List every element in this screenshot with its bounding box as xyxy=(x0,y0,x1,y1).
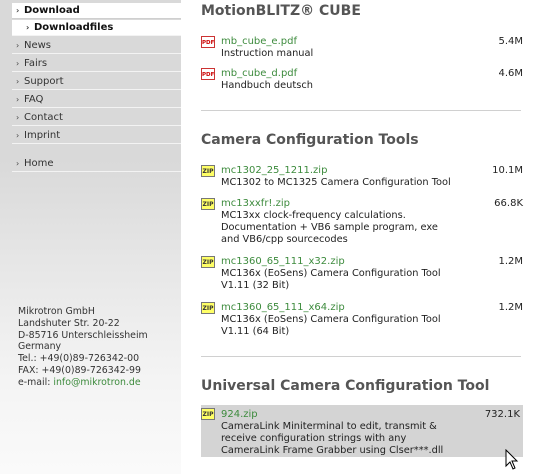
mouse-cursor-icon xyxy=(505,449,519,470)
nav-label: Home xyxy=(24,158,54,169)
email-label: e-mail: xyxy=(18,376,54,388)
nav-label: Download xyxy=(24,5,80,16)
file-link[interactable]: 924.zip xyxy=(221,408,258,421)
section-title-universal-config: Universal Camera Configuration Tool xyxy=(201,378,490,394)
file-entry: ZIP mc1360_65_111_x32.zip 1.2M MC136x (E… xyxy=(201,255,523,295)
file-size: 66.8K xyxy=(494,198,523,209)
address-fax: FAX: +49(0)89-726342-99 xyxy=(18,364,141,376)
file-link[interactable]: mc13xxfr!.zip xyxy=(221,197,290,210)
nav-fairs[interactable]: › Fairs xyxy=(12,56,181,72)
nav-faq[interactable]: › FAQ xyxy=(12,92,181,108)
file-description: Handbuch deutsch xyxy=(221,80,313,91)
chevron-right-icon: › xyxy=(16,41,20,50)
nav-contact[interactable]: › Contact xyxy=(12,110,181,126)
file-description: MC13xx clock-frequency calculations. Doc… xyxy=(221,210,438,245)
file-entry: ZIP mc1360_65_111_x64.zip 1.2M MC136x (E… xyxy=(201,301,523,341)
chevron-right-icon: › xyxy=(16,131,20,140)
zip-file-icon: ZIP xyxy=(201,256,215,268)
address-phone: Tel.: +49(0)89-726342-00 xyxy=(18,353,140,365)
file-link[interactable]: mc1360_65_111_x64.zip xyxy=(221,301,345,314)
pdf-file-icon: PDF xyxy=(201,68,215,80)
zip-file-icon: ZIP xyxy=(201,408,215,420)
file-link[interactable]: mb_cube_d.pdf xyxy=(221,67,297,80)
nav-label: FAQ xyxy=(24,94,44,105)
file-entry: PDF mb_cube_e.pdf 5.4M Instruction manua… xyxy=(201,35,523,63)
company-address: Mikrotron GmbH Landshuter Str. 20-22 D-8… xyxy=(18,306,178,389)
section-divider xyxy=(201,356,521,357)
nav-download[interactable]: › Download xyxy=(12,3,181,19)
nav-label: Contact xyxy=(24,112,63,123)
section-title-camera-config: Camera Configuration Tools xyxy=(201,132,419,148)
zip-file-icon: ZIP xyxy=(201,198,215,210)
nav-downloadfiles[interactable]: › Downloadfiles xyxy=(12,20,181,36)
file-link[interactable]: mc1302_25_1211.zip xyxy=(221,164,327,177)
company-name: Mikrotron GmbH xyxy=(18,306,95,317)
zip-file-icon: ZIP xyxy=(201,165,215,177)
file-description: MC1302 to MC1325 Camera Configuration To… xyxy=(221,177,451,188)
nav-home[interactable]: › Home xyxy=(12,156,181,172)
file-description: Instruction manual xyxy=(221,48,314,59)
file-description: CameraLink Miniterminal to edit, transmi… xyxy=(221,421,444,456)
file-entry: ZIP mc1302_25_1211.zip 10.1M MC1302 to M… xyxy=(201,164,523,192)
nav-label: Fairs xyxy=(24,58,48,69)
nav-label: Imprint xyxy=(24,130,61,141)
file-size: 4.6M xyxy=(498,68,523,79)
file-size: 1.2M xyxy=(498,256,523,267)
nav-imprint[interactable]: › Imprint xyxy=(12,128,181,144)
file-description: MC136x (EoSens) Camera Configuration Too… xyxy=(221,314,441,337)
chevron-right-icon: › xyxy=(16,159,20,168)
nav-news[interactable]: › News xyxy=(12,38,181,54)
address-country: Germany xyxy=(18,341,62,353)
address-street: Landshuter Str. 20-22 xyxy=(18,317,120,329)
nav-support[interactable]: › Support xyxy=(12,74,181,90)
chevron-right-icon: › xyxy=(16,59,20,68)
nav-label: Support xyxy=(24,76,64,87)
section-title-motionblitz: MotionBLITZ® CUBE xyxy=(201,3,361,19)
chevron-right-icon: › xyxy=(16,113,20,122)
address-city: D-85716 Unterschleissheim xyxy=(18,329,148,341)
sidebar: › Download › Downloadfiles › News › Fairs › S… xyxy=(0,0,181,474)
chevron-right-icon: › xyxy=(16,77,20,86)
chevron-right-icon: › xyxy=(26,23,30,32)
chevron-right-icon: › xyxy=(16,95,20,104)
section-divider xyxy=(201,110,521,111)
file-size: 5.4M xyxy=(498,36,523,47)
nav-label: News xyxy=(24,40,52,51)
file-entry: ZIP mc13xxfr!.zip 66.8K MC13xx clock-fre… xyxy=(201,197,523,249)
file-entry-highlighted: ZIP 924.zip 732.1K CameraLink Minitermin… xyxy=(201,405,523,457)
file-link[interactable]: mb_cube_e.pdf xyxy=(221,35,297,48)
zip-file-icon: ZIP xyxy=(201,302,215,314)
chevron-right-icon: › xyxy=(16,6,20,15)
file-size: 10.1M xyxy=(492,165,523,176)
file-entry: PDF mb_cube_d.pdf 4.6M Handbuch deutsch xyxy=(201,67,523,95)
file-description: MC136x (EoSens) Camera Configuration Too… xyxy=(221,268,441,291)
email-link[interactable]: info@mikrotron.de xyxy=(53,377,140,388)
file-size: 732.1K xyxy=(484,409,520,420)
pdf-file-icon: PDF xyxy=(201,36,215,48)
file-size: 1.2M xyxy=(498,302,523,313)
file-link[interactable]: mc1360_65_111_x32.zip xyxy=(221,255,345,268)
main-content: MotionBLITZ® CUBE PDF mb_cube_e.pdf 5.4M… xyxy=(181,0,539,474)
nav-label: Downloadfiles xyxy=(34,22,114,33)
